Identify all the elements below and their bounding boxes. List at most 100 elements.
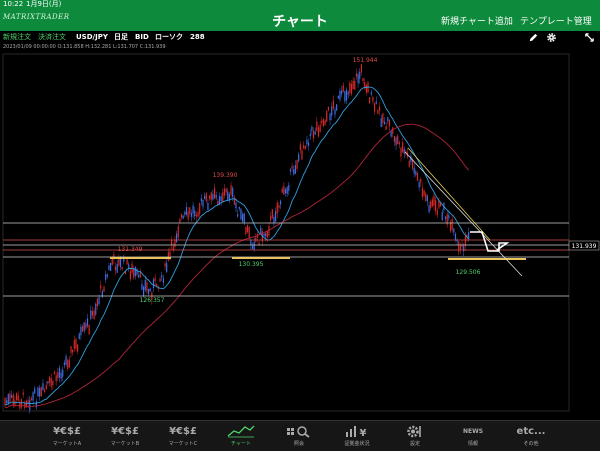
currency-pair-selector[interactable]: USD/JPY: [76, 31, 108, 44]
candle-body: [48, 376, 51, 383]
price-chart[interactable]: 131.939 151.944 139.390 131.349 130.395 …: [0, 52, 600, 420]
tab-settings[interactable]: 設定: [385, 421, 445, 451]
candle-body: [344, 91, 346, 102]
tab-label: チャート: [231, 441, 251, 447]
candle-body: [441, 212, 443, 221]
tab-info[interactable]: NEWS 情報: [443, 421, 503, 451]
candle-body: [32, 392, 34, 401]
settle-order-button[interactable]: 決済注文: [38, 31, 66, 44]
candle-body: [354, 80, 356, 90]
candle-body: [172, 246, 174, 250]
candle-body: [156, 284, 158, 287]
label-126: 126.357: [140, 297, 165, 304]
candle-body: [213, 187, 216, 199]
status-time: 10:22: [3, 0, 24, 8]
candle-body: [304, 146, 306, 150]
candle-body: [63, 362, 65, 366]
tab-chart[interactable]: チャート: [211, 421, 271, 451]
candle-body: [268, 226, 270, 236]
candle-body: [167, 252, 169, 261]
new-order-button[interactable]: 新規注文: [3, 31, 31, 44]
candle-body: [166, 263, 168, 272]
candle-body: [435, 200, 437, 212]
tab-market-c[interactable]: ¥€$£ マーケットC: [153, 421, 213, 451]
candle-body: [294, 165, 296, 174]
expand-icon[interactable]: [584, 32, 595, 43]
tab-inquiry[interactable]: 照会: [269, 421, 329, 451]
candle-body: [352, 80, 354, 90]
candle-body: [116, 264, 118, 273]
candle-body: [184, 211, 186, 215]
candle-body: [375, 101, 377, 104]
currency-icon: ¥€$£: [169, 426, 197, 437]
candle-body: [245, 227, 247, 235]
candle-body: [199, 203, 201, 214]
gear-icon[interactable]: [546, 32, 557, 43]
candle-body: [265, 233, 267, 237]
candle-body: [339, 90, 341, 100]
chart-kind-selector[interactable]: ローソク: [155, 31, 183, 44]
bar-count-selector[interactable]: 288: [190, 31, 205, 44]
tab-market-a[interactable]: ¥€$£ マーケットA: [37, 421, 97, 451]
candle-body: [362, 78, 364, 82]
candle-body: [382, 113, 384, 123]
candle-body: [312, 130, 315, 139]
candle-body: [176, 233, 178, 243]
candle-body: [12, 394, 14, 406]
candle-body: [45, 385, 47, 390]
tab-market-b[interactable]: ¥€$£ マーケットB: [95, 421, 155, 451]
chart-icon: [227, 425, 255, 438]
label-129: 129.506: [456, 269, 481, 276]
candle-body: [240, 208, 242, 220]
tab-margin-status[interactable]: ¥ 証拠金状況: [327, 421, 387, 451]
margin-icon: ¥: [346, 426, 367, 438]
candle-body: [95, 303, 97, 315]
bid-ask-selector[interactable]: BID: [135, 31, 149, 44]
candle-body: [327, 106, 329, 111]
candle-body: [58, 367, 61, 378]
candle-body: [314, 131, 316, 135]
pencil-icon[interactable]: [528, 32, 539, 43]
candle-body: [413, 167, 415, 174]
candle-body: [34, 388, 36, 394]
candle-body: [42, 383, 44, 391]
candle-body: [55, 375, 57, 382]
add-chart-button[interactable]: 新規チャート追加: [441, 14, 513, 27]
candle-body: [126, 259, 128, 265]
search-icon: [287, 426, 310, 438]
candle-body: [47, 381, 49, 384]
candle-body: [110, 263, 112, 272]
candle-body: [179, 218, 181, 223]
candle-body: [222, 192, 224, 203]
template-manage-button[interactable]: テンプレート管理: [520, 14, 592, 27]
tab-label: マーケットA: [52, 441, 82, 447]
candle-body: [428, 205, 430, 213]
tab-others[interactable]: etc... その他: [501, 421, 561, 451]
candle-body: [88, 325, 90, 335]
news-icon: NEWS: [462, 428, 484, 435]
candle-body: [85, 323, 87, 329]
candle-body: [347, 92, 349, 95]
status-bar: 10:22 1月9日(月): [0, 0, 600, 9]
candle-body: [154, 277, 156, 282]
candle-body: [332, 100, 334, 109]
candle-body: [237, 214, 239, 217]
candle-body: [299, 144, 301, 151]
candle-body: [276, 202, 278, 214]
candle-body: [220, 196, 222, 202]
candle-body: [202, 199, 204, 207]
timeframe-selector[interactable]: 日足: [114, 31, 128, 44]
candle-body: [143, 286, 145, 296]
candle-body: [232, 188, 234, 198]
candle-body: [463, 246, 465, 252]
candle-body: [207, 202, 209, 210]
candle-body: [281, 188, 283, 193]
candle-body: [388, 120, 391, 127]
candle-body: [164, 263, 166, 267]
candle-body: [420, 179, 422, 183]
candle-body: [308, 142, 310, 146]
candle-body: [311, 126, 313, 131]
tab-label: その他: [523, 441, 539, 447]
candle-body: [418, 182, 420, 188]
candle-body: [100, 285, 102, 289]
